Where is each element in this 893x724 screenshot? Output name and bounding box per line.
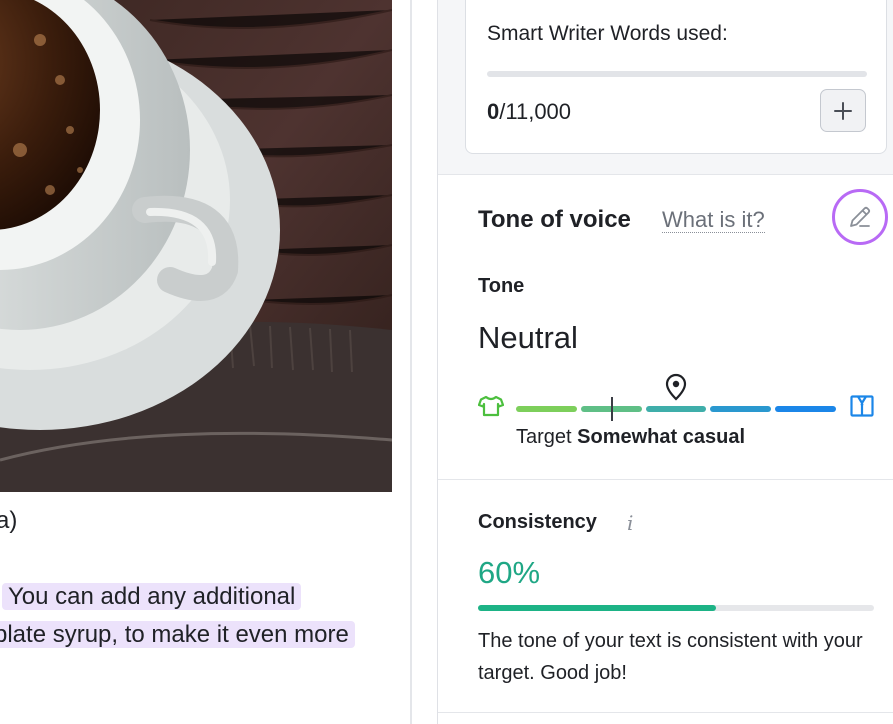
document-pane: a) You can add any additional plate syru… (0, 0, 412, 724)
tone-scale-segment (710, 406, 772, 412)
target-tone: Target Somewhat casual (516, 426, 745, 449)
tone-section-title: Tone of voice (478, 206, 631, 233)
info-icon[interactable]: i (627, 511, 633, 535)
target-marker (611, 397, 613, 421)
target-value: Somewhat casual (577, 426, 745, 448)
what-is-it-link[interactable]: What is it? (662, 208, 765, 233)
tone-scale-segment (516, 406, 577, 412)
usage-limit: /11,000 (499, 99, 572, 124)
t-shirt-icon (477, 395, 505, 422)
smart-writer-sidebar: Smart Writer Words used: 0/11,000 Tone o… (437, 0, 893, 724)
usage-card: Smart Writer Words used: 0/11,000 (465, 0, 887, 154)
plus-icon (834, 101, 852, 120)
consistency-message: The tone of your text is consistent with… (478, 630, 863, 684)
tone-label: Tone (478, 275, 525, 297)
consistency-title: Consistency (478, 511, 597, 533)
consistency-progress-fill (478, 605, 716, 611)
pencil-icon (850, 206, 871, 227)
target-prefix: Target (516, 426, 572, 448)
highlighted-sentence[interactable]: You can add any additional (2, 583, 302, 610)
usage-area: Smart Writer Words used: 0/11,000 (438, 0, 893, 175)
tone-value: Neutral (478, 320, 578, 355)
consistency-progress-bar (478, 605, 874, 611)
usage-used: 0 (487, 99, 500, 124)
suit-icon (850, 395, 874, 422)
pane-divider[interactable] (410, 0, 412, 724)
tone-scale-segment (645, 406, 707, 412)
usage-title: Smart Writer Words used: (487, 22, 728, 45)
add-words-button[interactable] (820, 89, 866, 132)
usage-count: 0/11,000 (487, 99, 571, 125)
current-tone-pin-icon (664, 373, 688, 406)
tone-of-voice-section: Tone of voice What is it? Tone Neutral T… (438, 175, 893, 480)
tone-scale-segment (775, 406, 836, 412)
document-text-line: plate syrup, to make it even more (0, 619, 355, 651)
tone-scale (516, 406, 836, 412)
document-text-line: a) (0, 507, 18, 534)
edit-tone-button[interactable] (832, 189, 888, 245)
highlighted-sentence[interactable]: plate syrup, to make it even more (0, 621, 355, 648)
consistency-section: Consistency i 60% The tone of your text … (438, 481, 893, 713)
coffee-cup-image (0, 0, 392, 492)
consistency-value: 60% (478, 555, 541, 590)
document-text-line: You can add any additional (2, 581, 302, 613)
usage-progress-bar (487, 71, 867, 77)
